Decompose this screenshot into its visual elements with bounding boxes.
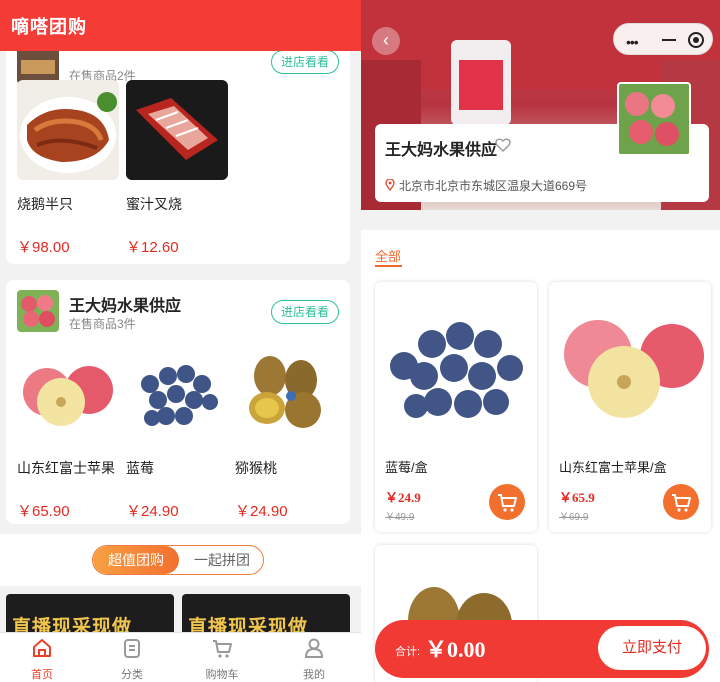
- roast-goose-image: [17, 80, 119, 180]
- product-item[interactable]: 猕猴桃 ￥24.90: [235, 344, 337, 521]
- tabbar-label: 分类: [121, 669, 143, 681]
- more-icon[interactable]: •••: [626, 34, 639, 50]
- product-price: ￥12.60: [126, 239, 179, 256]
- store-name: 王大妈水果供应: [69, 298, 182, 315]
- tabbar-label: 首页: [31, 669, 53, 681]
- store-thumbnail: [617, 82, 691, 156]
- add-to-cart-button[interactable]: [663, 484, 699, 520]
- blueberry-image: [380, 296, 532, 436]
- user-icon: [304, 638, 324, 658]
- bottom-tab-bar: 首页 分类 购物车 我的: [0, 632, 361, 682]
- product-name: 山东红富士苹果: [17, 460, 115, 476]
- product-card[interactable]: 蓝莓/盒 ￥24.9 ￥49.9: [375, 282, 537, 532]
- product-name: 蓝莓: [126, 460, 154, 476]
- product-list: 全部 蓝莓/盒 ￥24.9 ￥49.9 山东红富士苹果/盒 ￥65.9 ￥69.…: [361, 230, 720, 682]
- home-screen: 嘀嗒团购 在售商品2件 进店看看 烧鹅半只 ￥98.00 蜜汁叉烧 ￥12.60…: [0, 0, 361, 682]
- product-price: ￥24.9: [385, 490, 421, 505]
- product-name: 山东红富士苹果/盒: [559, 460, 667, 475]
- location-icon: [385, 179, 395, 191]
- product-name: 猕猴桃: [235, 460, 277, 476]
- total-label: 合计:: [395, 646, 421, 658]
- store-address: 北京市北京市东城区温泉大道669号: [399, 179, 588, 193]
- apple-image: [17, 344, 119, 444]
- app-title: 嘀嗒团购: [11, 17, 87, 37]
- char-siu-image: [126, 80, 228, 180]
- active-tab-underline: [375, 265, 402, 267]
- tabbar-label: 购物车: [205, 669, 239, 681]
- original-price: ￥69.9: [559, 512, 589, 523]
- minimize-icon[interactable]: [662, 39, 676, 41]
- store-detail-screen: ‹ ••• 王大妈水果供应 北京市北京市东城区温泉大道669号 全部 蓝莓/盒 …: [361, 0, 720, 682]
- cart-icon: [672, 494, 691, 512]
- kiwi-image: [235, 344, 337, 444]
- pay-now-button[interactable]: 立即支付: [598, 626, 706, 670]
- store-card[interactable]: 王大妈水果供应 在售商品3件 进店看看 山东红富士苹果 ￥65.90 蓝莓 ￥2…: [6, 280, 350, 524]
- promo-tabs: 超值团购 一起拼团: [92, 545, 264, 575]
- store-product-count: 在售商品3件: [69, 317, 136, 331]
- cart-icon: [213, 640, 232, 658]
- enter-store-button[interactable]: 进店看看: [271, 300, 339, 324]
- store-header: 王大妈水果供应 在售商品3件 进店看看: [17, 290, 339, 332]
- product-price: ￥24.90: [126, 503, 179, 520]
- apple-image: [554, 296, 706, 436]
- blueberry-image: [126, 344, 228, 444]
- tab-group-buy[interactable]: 超值团购: [93, 546, 179, 574]
- tabbar-category[interactable]: 分类: [102, 637, 162, 682]
- product-price: ￥65.90: [17, 503, 70, 520]
- product-item[interactable]: 蓝莓 ￥24.90: [126, 344, 228, 521]
- filter-tab-all[interactable]: 全部: [375, 246, 401, 265]
- tabbar-profile[interactable]: 我的: [284, 637, 344, 682]
- close-icon[interactable]: [688, 32, 704, 48]
- store-name: 王大妈水果供应: [385, 142, 498, 159]
- banner-row: 直播现采现做 直播现采现做: [0, 586, 361, 638]
- product-price: ￥98.00: [17, 239, 70, 256]
- product-card[interactable]: 山东红富士苹果/盒 ￥65.9 ￥69.9: [549, 282, 711, 532]
- product-name: 蓝莓/盒: [385, 460, 428, 475]
- product-price: ￥65.9: [559, 490, 595, 505]
- tabbar-cart[interactable]: 购物车: [192, 637, 252, 682]
- back-button[interactable]: ‹: [372, 27, 400, 55]
- add-to-cart-button[interactable]: [489, 484, 525, 520]
- product-name: 烧鹅半只: [17, 196, 73, 212]
- store-card[interactable]: 在售商品2件 进店看看 烧鹅半只 ￥98.00 蜜汁叉烧 ￥12.60: [6, 28, 350, 264]
- tabbar-label: 我的: [303, 669, 325, 681]
- tab-team-buy[interactable]: 一起拼团: [179, 546, 263, 574]
- home-icon: [33, 639, 51, 657]
- tabbar-home[interactable]: 首页: [12, 637, 72, 682]
- mini-program-capsule: •••: [613, 23, 713, 55]
- product-item[interactable]: 山东红富士苹果 ￥65.90: [17, 344, 119, 521]
- product-item[interactable]: 蜜汁叉烧 ￥12.60: [126, 80, 228, 257]
- enter-store-button[interactable]: 进店看看: [271, 50, 339, 74]
- favorite-icon[interactable]: [495, 137, 511, 153]
- cart-icon: [498, 494, 517, 512]
- store-logo: [17, 290, 59, 332]
- app-header: 嘀嗒团购: [0, 0, 361, 51]
- original-price: ￥49.9: [385, 512, 415, 523]
- total-amount: ￥0.00: [425, 637, 486, 662]
- checkout-bar: 合计: ￥0.00 立即支付: [375, 620, 709, 678]
- product-price: ￥24.90: [235, 503, 288, 520]
- product-name: 蜜汁叉烧: [126, 196, 182, 212]
- product-item[interactable]: 烧鹅半只 ￥98.00: [17, 80, 119, 257]
- category-icon: [124, 639, 140, 658]
